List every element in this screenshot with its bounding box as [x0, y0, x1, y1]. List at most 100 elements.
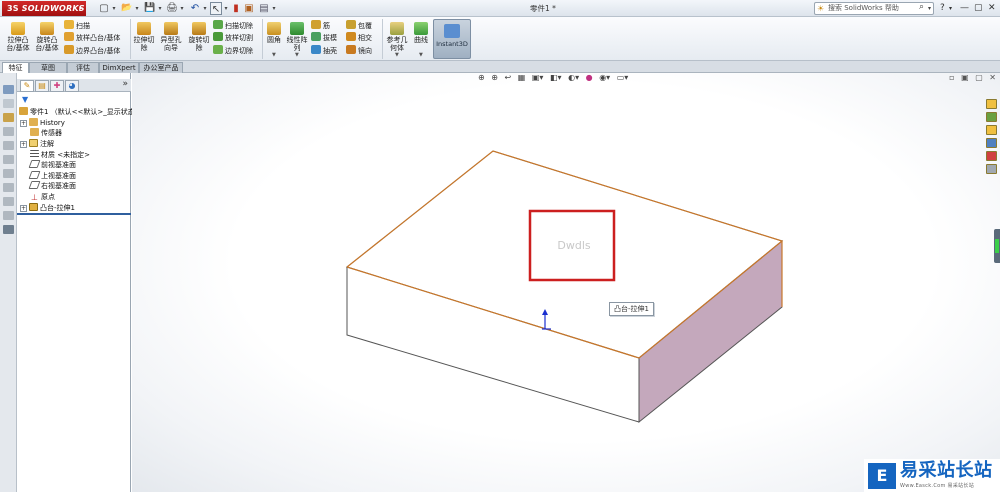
smart-dimension-icon[interactable] [3, 113, 14, 122]
undo-icon[interactable]: ↶ [189, 2, 201, 15]
swept-cut-button[interactable]: 扫描切除 [213, 20, 253, 31]
wrap-button[interactable]: 包覆 [346, 20, 372, 31]
tree-item-label: History [40, 119, 65, 127]
tree-item-right-plane[interactable]: 右视基准面 [28, 181, 76, 191]
feature-callout-label[interactable]: 凸台-拉伸1 [609, 302, 654, 316]
reference-geometry-button[interactable]: 参考几 何体 [384, 22, 410, 52]
pattern-dropdown-icon[interactable]: ▼ [295, 52, 299, 58]
spline-icon[interactable] [3, 183, 14, 192]
boundary-cut-button[interactable]: 边界切除 [213, 45, 253, 56]
curves-button[interactable]: 曲线 [411, 22, 431, 44]
file-explorer-icon[interactable] [986, 125, 997, 135]
hole-wizard-label: 异型孔 向导 [160, 36, 182, 52]
select-dropdown-icon[interactable]: ▾ [222, 2, 230, 15]
grid-icon[interactable] [3, 225, 14, 234]
save-dropdown-icon[interactable]: ▾ [156, 2, 164, 15]
fillet-button[interactable]: 圆角 [263, 22, 285, 44]
rollback-bar[interactable] [17, 213, 131, 215]
open-icon[interactable]: 📂 [121, 2, 133, 15]
view-palette-icon[interactable] [986, 138, 997, 148]
select-icon[interactable]: ↖ [210, 2, 222, 15]
search-icon[interactable]: ⌕ [919, 2, 924, 13]
tree-item-material[interactable]: 材质 <未指定> [30, 150, 90, 160]
help-dropdown-icon[interactable]: ▾ [949, 2, 952, 15]
options-icon[interactable]: ▤ [258, 2, 270, 15]
minimize-button[interactable]: — [960, 2, 969, 15]
options-dropdown-icon[interactable]: ▾ [270, 2, 278, 15]
curves-dropdown-icon[interactable]: ▼ [419, 52, 423, 58]
loft-boss-button[interactable]: 放样凸台/基体 [64, 32, 120, 43]
rebuild-icon[interactable]: ▮ [232, 2, 240, 15]
trim-icon[interactable] [3, 197, 14, 206]
tab-office-products[interactable]: 办公室产品 [139, 62, 183, 73]
filter-icon[interactable]: ▼ [22, 95, 28, 104]
extrude-cut-button[interactable]: 拉伸切 除 [132, 22, 156, 52]
help-icon[interactable]: ? [940, 2, 945, 15]
draft-button[interactable]: 拔模 [311, 32, 337, 43]
feature-tree-tab-icon[interactable]: ✎ [20, 80, 34, 92]
solidworks-resources-icon[interactable] [986, 99, 997, 109]
undo-dropdown-icon[interactable]: ▾ [201, 2, 209, 15]
intersect-button[interactable]: 相交 [346, 32, 372, 43]
tree-root-part[interactable]: 零件1 （默认<<默认>_显示状态 [19, 107, 135, 117]
lofted-cut-button[interactable]: 放样切割 [213, 32, 253, 43]
watermark-url: Www.Easck.Com 易采站长站 [900, 483, 975, 489]
reference-dropdown-icon[interactable]: ▼ [395, 52, 399, 58]
tree-item-boss-extrude1[interactable]: + 凸台-拉伸1 [20, 203, 75, 213]
tree-item-origin[interactable]: ⊥ 原点 [30, 192, 55, 202]
rectangle-icon[interactable] [3, 141, 14, 150]
expand-icon[interactable]: + [20, 120, 27, 127]
help-search-input[interactable]: ☀ 搜索 SolidWorks 帮助 ⌕ ▾ [814, 2, 934, 15]
extrude-boss-button[interactable]: 拉伸凸 台/基体 [4, 22, 32, 52]
line-icon[interactable] [3, 127, 14, 136]
boundary-boss-button[interactable]: 边界凸台/基体 [64, 45, 120, 56]
new-dropdown-icon[interactable]: ▾ [110, 2, 118, 15]
more-tabs-icon[interactable]: » [122, 79, 128, 89]
graphics-area[interactable]: ⊕ ⊕ ↩ ▦ ▣▾ ◧▾ ◐▾ ● ◉▾ ▭▾ ▫ ▣ ▢ ✕ Dwdls 凸… [132, 73, 1000, 492]
print-dropdown-icon[interactable]: ▾ [178, 2, 186, 15]
design-library-icon[interactable] [986, 112, 997, 122]
instant3d-button[interactable]: Instant3D [433, 19, 471, 59]
configuration-manager-tab-icon[interactable]: ✚ [50, 80, 64, 92]
tree-item-sensors[interactable]: 传感器 [30, 128, 62, 138]
revolve-cut-button[interactable]: 旋转切 除 [187, 22, 211, 52]
rib-button[interactable]: 筋 [311, 20, 330, 31]
file-properties-icon[interactable]: ▣ [243, 2, 255, 15]
offset-icon[interactable] [3, 211, 14, 220]
tree-item-top-plane[interactable]: 上视基准面 [28, 171, 76, 181]
solidworks-menu-button[interactable]: 3S SOLIDWORKS ▸ [2, 1, 86, 16]
save-icon[interactable]: 💾 [144, 2, 156, 15]
mirror-button[interactable]: 镜向 [346, 45, 372, 56]
arc-icon[interactable] [3, 169, 14, 178]
tab-features[interactable]: 特征 [2, 62, 29, 73]
sweep-button[interactable]: 扫描 [64, 20, 90, 31]
fillet-dropdown-icon[interactable]: ▼ [272, 52, 276, 58]
new-document-icon[interactable]: ▢ [98, 2, 110, 15]
sketch-grid-icon[interactable] [3, 85, 14, 94]
print-icon[interactable]: 🖨 [166, 2, 178, 15]
tree-item-history[interactable]: + History [20, 118, 65, 128]
tab-dimxpert[interactable]: DimXpert [99, 62, 139, 73]
extrude-cut-label: 拉伸切 除 [133, 36, 155, 52]
custom-properties-icon[interactable] [986, 164, 997, 174]
tab-evaluate[interactable]: 评估 [67, 62, 99, 73]
revolve-boss-button[interactable]: 旋转凸 台/基体 [33, 22, 61, 52]
maximize-button[interactable]: ▢ [974, 2, 983, 15]
search-dropdown-icon[interactable]: ▾ [928, 3, 931, 14]
expand-icon[interactable]: + [20, 205, 27, 212]
hole-wizard-button[interactable]: 异型孔 向导 [159, 22, 183, 52]
tab-sketch[interactable]: 草图 [29, 62, 67, 73]
open-dropdown-icon[interactable]: ▾ [133, 2, 141, 15]
tree-item-front-plane[interactable]: 前视基准面 [28, 160, 76, 170]
task-pane-handle[interactable] [994, 229, 1000, 263]
circle-icon[interactable] [3, 155, 14, 164]
close-button[interactable]: ✕ [988, 2, 996, 15]
linear-pattern-button[interactable]: 线性阵 列 [286, 22, 308, 52]
shell-button[interactable]: 抽壳 [311, 45, 337, 56]
tree-item-annotations[interactable]: + 注解 [20, 139, 54, 149]
appearances-icon[interactable] [986, 151, 997, 161]
property-manager-tab-icon[interactable]: ▤ [35, 80, 49, 92]
display-manager-tab-icon[interactable]: ◕ [65, 80, 79, 92]
sketch-icon[interactable] [3, 99, 14, 108]
expand-icon[interactable]: + [20, 141, 27, 148]
